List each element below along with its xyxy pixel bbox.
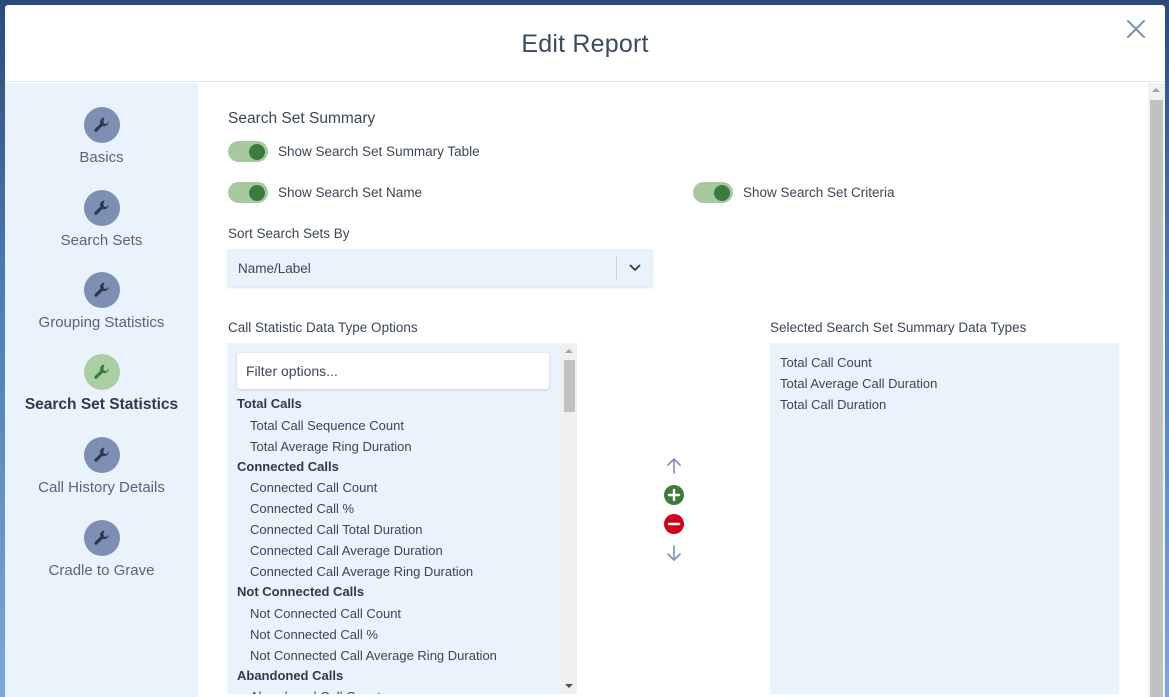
toggle-switch[interactable] xyxy=(228,141,268,162)
option-item[interactable]: Abandoned Call Count xyxy=(237,686,557,694)
scroll-up-arrow-icon[interactable] xyxy=(1152,88,1160,92)
toggle-label: Show Search Set Name xyxy=(278,185,423,200)
sidebar-item-label: Cradle to Grave xyxy=(48,562,155,579)
sidebar: Basics Search Sets Grouping Statistics S… xyxy=(5,83,198,697)
options-label: Call Statistic Data Type Options xyxy=(228,320,418,335)
sidebar-item-call-history-details[interactable]: Call History Details xyxy=(5,437,198,496)
option-item[interactable]: Connected Call % xyxy=(237,498,557,519)
sidebar-item-label: Call History Details xyxy=(38,479,165,496)
options-listbox[interactable]: Total Calls Total Call Sequence Count To… xyxy=(227,343,577,694)
scrollbar-thumb[interactable] xyxy=(1150,100,1163,697)
move-up-icon[interactable] xyxy=(661,455,687,477)
option-item[interactable]: Connected Call Total Duration xyxy=(237,519,557,540)
toggle-label: Show Search Set Summary Table xyxy=(278,144,480,159)
option-group-header: Not Connected Calls xyxy=(237,584,365,599)
wrench-icon xyxy=(83,107,120,143)
option-group-header: Connected Calls xyxy=(237,458,339,474)
selected-listbox[interactable]: Total Call Count Total Average Call Dura… xyxy=(770,343,1119,694)
show-criteria-toggle[interactable]: Show Search Set Criteria xyxy=(693,182,895,203)
options-list: Total Calls Total Call Sequence Count To… xyxy=(237,394,557,694)
option-item[interactable]: Not Connected Call Average Ring Duration xyxy=(237,645,557,666)
sort-label: Sort Search Sets By xyxy=(228,226,350,241)
option-group-header: Abandoned Calls xyxy=(237,667,344,683)
option-item[interactable]: Not Connected Call Count xyxy=(237,603,557,624)
sidebar-item-label: Search Sets xyxy=(60,232,143,249)
toggle-switch[interactable] xyxy=(228,182,268,203)
section-title: Search Set Summary xyxy=(228,110,376,127)
scroll-down-arrow-icon[interactable] xyxy=(565,684,573,688)
wrench-icon xyxy=(83,190,120,226)
option-item[interactable]: Connected Call Count xyxy=(237,477,557,498)
main-content: Search Set Summary Show Search Set Summa… xyxy=(198,83,1146,697)
option-item[interactable]: Connected Call Average Ring Duration xyxy=(237,561,557,582)
wrench-icon xyxy=(83,437,120,473)
sidebar-item-cradle-to-grave[interactable]: Cradle to Grave xyxy=(5,520,198,579)
selected-label: Selected Search Set Summary Data Types xyxy=(770,320,1027,335)
chevron-down-icon[interactable] xyxy=(617,264,653,272)
modal-header: Edit Report xyxy=(5,5,1165,82)
show-summary-table-toggle[interactable]: Show Search Set Summary Table xyxy=(228,141,480,162)
option-item[interactable]: Total Average Ring Duration xyxy=(237,436,557,457)
option-item[interactable]: Connected Call Average Duration xyxy=(237,540,557,561)
wrench-icon xyxy=(83,354,120,390)
sidebar-item-label: Basics xyxy=(79,149,124,166)
modal-scrollbar[interactable] xyxy=(1148,83,1165,697)
options-scrollbar[interactable] xyxy=(561,343,577,694)
sort-select[interactable]: Name/Label xyxy=(227,249,653,287)
selected-item[interactable]: Total Call Duration xyxy=(780,394,937,415)
remove-icon[interactable] xyxy=(661,513,687,535)
edit-report-modal: Edit Report Basics Search Sets Grouping … xyxy=(5,5,1165,697)
modal-title: Edit Report xyxy=(521,29,649,58)
option-item[interactable]: Total Call Sequence Count xyxy=(237,415,557,436)
show-name-toggle[interactable]: Show Search Set Name xyxy=(228,182,422,203)
toggle-label: Show Search Set Criteria xyxy=(743,185,895,200)
selected-item[interactable]: Total Average Call Duration xyxy=(780,373,937,394)
scroll-up-arrow-icon[interactable] xyxy=(565,349,573,353)
move-down-icon[interactable] xyxy=(661,542,687,564)
wrench-icon xyxy=(83,272,120,308)
toggle-switch[interactable] xyxy=(693,182,733,203)
add-icon[interactable] xyxy=(661,484,687,506)
option-item[interactable]: Not Connected Call % xyxy=(237,624,557,645)
sort-select-value: Name/Label xyxy=(238,260,311,276)
close-icon[interactable] xyxy=(1125,18,1147,40)
sidebar-item-basics[interactable]: Basics xyxy=(5,107,198,166)
option-group-header: Total Calls xyxy=(237,396,302,411)
wrench-icon xyxy=(83,520,120,556)
selected-item[interactable]: Total Call Count xyxy=(780,352,937,373)
sidebar-item-search-sets[interactable]: Search Sets xyxy=(5,190,198,249)
sidebar-item-grouping-statistics[interactable]: Grouping Statistics xyxy=(5,272,198,331)
sidebar-item-search-set-statistics[interactable]: Search Set Statistics xyxy=(5,354,198,414)
filter-options-input[interactable] xyxy=(237,353,549,389)
sidebar-item-label: Grouping Statistics xyxy=(38,314,165,331)
selected-list: Total Call Count Total Average Call Dura… xyxy=(780,352,937,415)
scrollbar-thumb[interactable] xyxy=(564,360,575,412)
sidebar-item-label: Search Set Statistics xyxy=(24,396,179,413)
